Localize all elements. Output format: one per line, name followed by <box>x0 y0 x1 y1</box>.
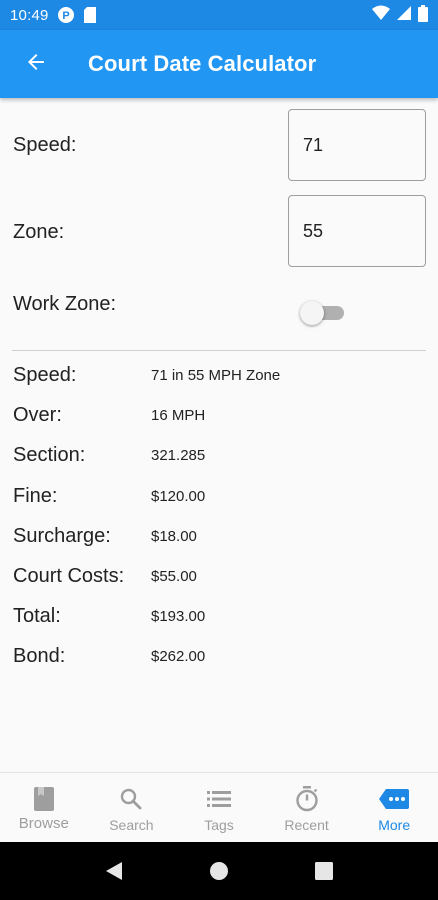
system-recents-icon[interactable] <box>315 862 333 880</box>
battery-icon <box>418 4 428 26</box>
system-home-icon[interactable] <box>209 861 229 881</box>
status-bar: 10:49 P <box>0 0 438 30</box>
result-value: $193.00 <box>151 608 206 626</box>
result-label: Bond: <box>13 645 66 668</box>
nav-tags-label: Tags <box>204 817 234 833</box>
svg-text:P: P <box>62 10 69 22</box>
nav-more-label: More <box>378 817 411 833</box>
result-value: $18.00 <box>151 527 197 545</box>
result-value: 71 in 55 MPH Zone <box>151 367 281 384</box>
nav-search-label: Search <box>109 817 154 833</box>
work-zone-toggle[interactable] <box>300 301 346 325</box>
result-label: Over: <box>13 404 62 427</box>
sd-card-icon <box>83 6 97 24</box>
nav-more[interactable]: More <box>350 773 438 842</box>
zone-label: Zone: <box>13 221 65 243</box>
result-value: 321.285 <box>151 447 206 465</box>
result-label: Surcharge: <box>13 524 111 547</box>
back-button[interactable] <box>8 36 64 92</box>
nav-tags[interactable]: Tags <box>175 773 263 842</box>
work-zone-label: Work Zone: <box>13 293 116 315</box>
app-notification-icon: P <box>57 6 75 24</box>
book-icon <box>33 785 55 813</box>
system-back-icon[interactable] <box>105 861 123 881</box>
nav-recent[interactable]: Recent <box>263 773 351 842</box>
wifi-icon <box>372 5 390 25</box>
result-value: 16 MPH <box>151 407 206 425</box>
signal-icon <box>396 5 412 25</box>
timer-icon <box>295 785 319 813</box>
list-icon <box>206 785 231 813</box>
nav-browse[interactable]: Browse <box>0 773 88 842</box>
nav-browse-label: Browse <box>18 815 69 832</box>
page-title: Court Date Calculator <box>88 51 317 76</box>
search-icon <box>119 785 143 813</box>
speed-label: Speed: <box>13 134 77 156</box>
zone-input[interactable]: 55 <box>288 195 426 267</box>
divider <box>12 350 426 351</box>
result-label: Speed: <box>13 364 77 386</box>
nav-recent-label: Recent <box>284 817 329 833</box>
result-label: Court Costs: <box>13 565 125 587</box>
system-nav-bar <box>0 842 438 900</box>
result-value: $55.00 <box>151 568 197 585</box>
arrow-back-icon <box>24 50 48 79</box>
status-time: 10:49 <box>10 6 49 24</box>
nav-search[interactable]: Search <box>88 773 176 842</box>
result-label: Section: <box>13 444 86 467</box>
toggle-thumb <box>300 301 324 325</box>
more-icon <box>379 785 410 813</box>
result-label: Fine: <box>13 484 58 507</box>
speed-input[interactable]: 71 <box>288 109 426 181</box>
result-label: Total: <box>13 605 61 628</box>
bottom-navigation: Browse Search Tags Recent More <box>0 772 438 842</box>
app-bar: Court Date Calculator <box>0 30 438 98</box>
result-value: $120.00 <box>151 487 206 505</box>
result-value: $262.00 <box>151 648 206 666</box>
